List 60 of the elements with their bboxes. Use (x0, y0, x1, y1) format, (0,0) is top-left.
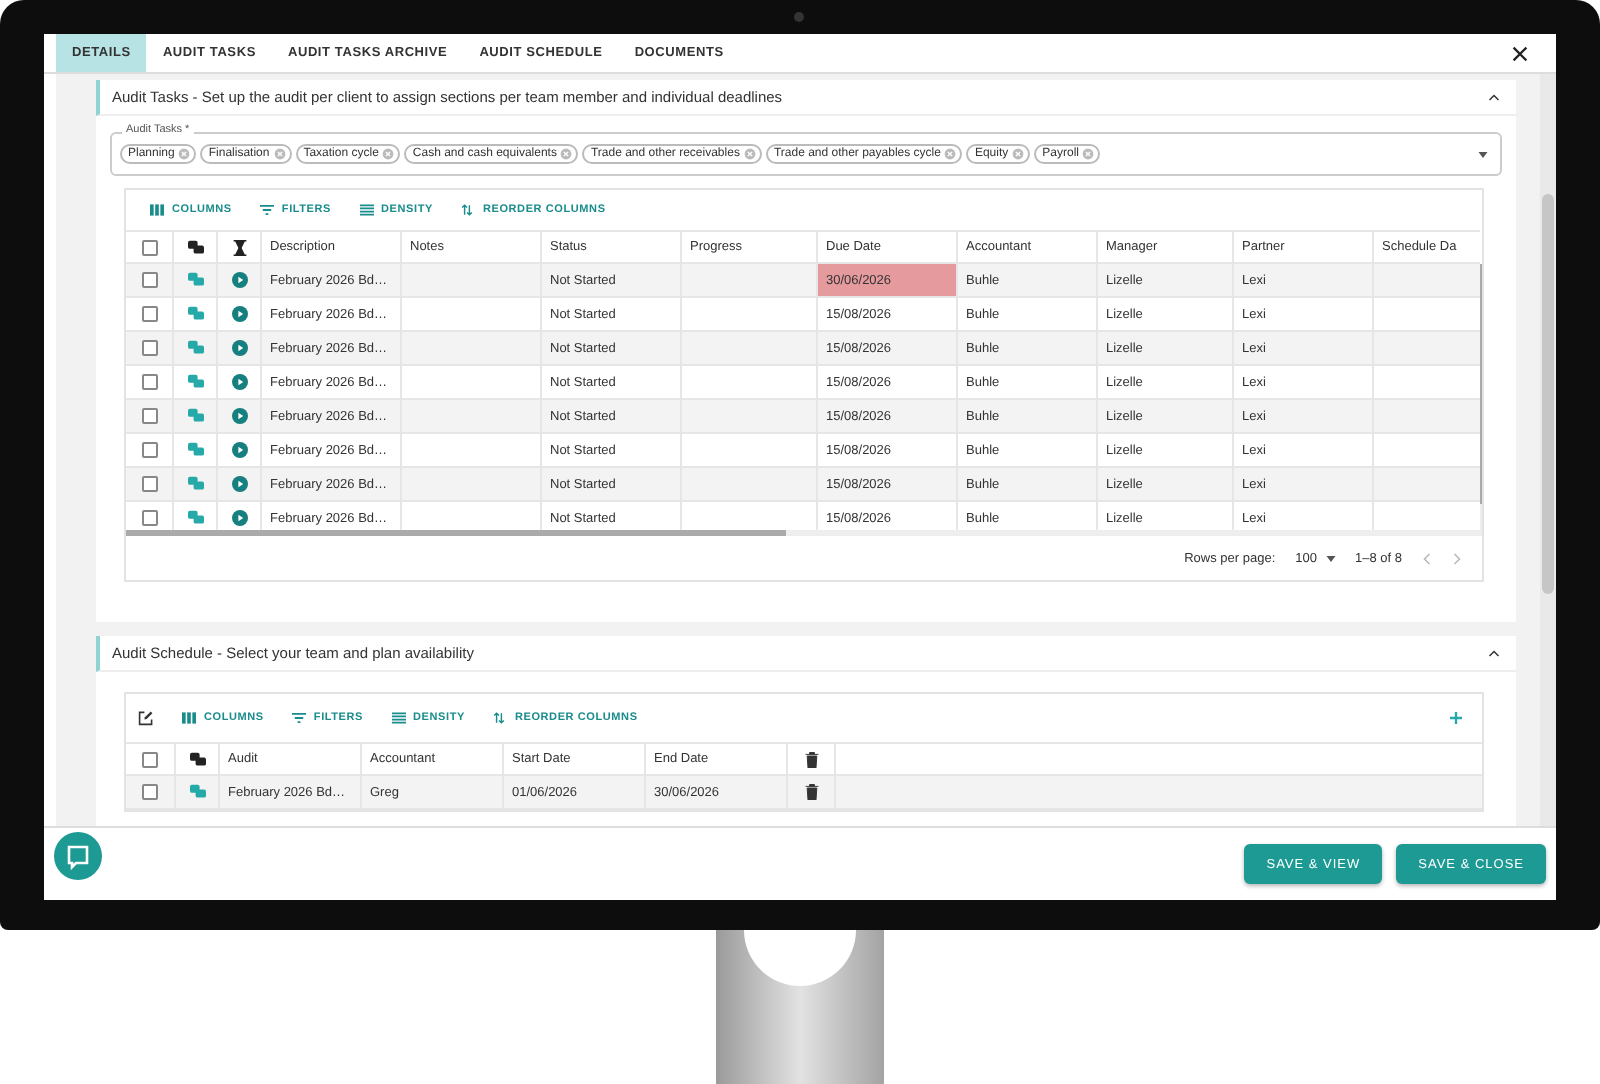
comments-icon (187, 239, 203, 255)
columns-icon (182, 712, 196, 724)
remove-icon[interactable] (560, 148, 573, 160)
comments-icon[interactable] (187, 340, 203, 356)
comments-icon[interactable] (187, 510, 203, 526)
comments-icon[interactable] (187, 306, 203, 322)
close-icon[interactable] (1512, 45, 1528, 61)
edit-icon[interactable] (138, 710, 154, 726)
remove-icon[interactable] (944, 148, 957, 160)
dropdown-caret-icon[interactable] (1478, 151, 1488, 157)
filter-icon (259, 204, 274, 216)
chat-bubble-icon[interactable] (54, 832, 102, 880)
checkbox[interactable] (141, 510, 157, 526)
previous-page-icon[interactable] (1422, 551, 1432, 565)
play-icon[interactable] (231, 510, 247, 526)
add-icon[interactable] (1450, 712, 1462, 724)
remove-icon[interactable] (273, 148, 286, 160)
play-icon[interactable] (231, 306, 247, 322)
remove-icon[interactable] (743, 148, 756, 160)
chevron-up-icon[interactable] (1488, 648, 1500, 658)
density-icon (391, 712, 406, 724)
comments-icon[interactable] (187, 476, 203, 492)
checkbox[interactable] (142, 784, 158, 800)
columns-icon (150, 204, 164, 216)
comments-icon[interactable] (187, 272, 203, 288)
next-page-icon[interactable] (1452, 551, 1462, 565)
play-icon[interactable] (231, 272, 247, 288)
remove-icon[interactable] (382, 148, 395, 160)
comments-icon[interactable] (187, 408, 203, 424)
filter-icon (291, 712, 306, 724)
dropdown-caret-icon[interactable] (1325, 555, 1335, 561)
checkbox[interactable] (141, 374, 157, 390)
play-icon[interactable] (231, 476, 247, 492)
trash-icon[interactable] (803, 784, 819, 800)
play-icon[interactable] (231, 408, 247, 424)
chevron-up-icon[interactable] (1488, 92, 1500, 102)
checkbox[interactable] (141, 239, 157, 255)
checkbox[interactable] (141, 408, 157, 424)
checkbox[interactable] (141, 442, 157, 458)
play-icon[interactable] (231, 340, 247, 356)
remove-icon[interactable] (1012, 148, 1025, 160)
play-icon[interactable] (231, 442, 247, 458)
checkbox[interactable] (141, 476, 157, 492)
checkbox[interactable] (142, 751, 158, 767)
hourglass-icon (231, 239, 247, 255)
density-icon (359, 204, 374, 216)
checkbox[interactable] (141, 306, 157, 322)
trash-icon[interactable] (803, 751, 819, 767)
play-icon[interactable] (231, 374, 247, 390)
checkbox[interactable] (141, 272, 157, 288)
comments-icon[interactable] (187, 374, 203, 390)
comments-icon[interactable] (189, 784, 205, 800)
camera-dot (794, 12, 804, 22)
remove-icon[interactable] (178, 148, 191, 160)
comments-icon[interactable] (187, 442, 203, 458)
reorder-icon (492, 712, 507, 724)
reorder-icon (460, 204, 475, 216)
checkbox[interactable] (141, 340, 157, 356)
comments-icon (189, 751, 205, 767)
remove-icon[interactable] (1082, 148, 1095, 160)
